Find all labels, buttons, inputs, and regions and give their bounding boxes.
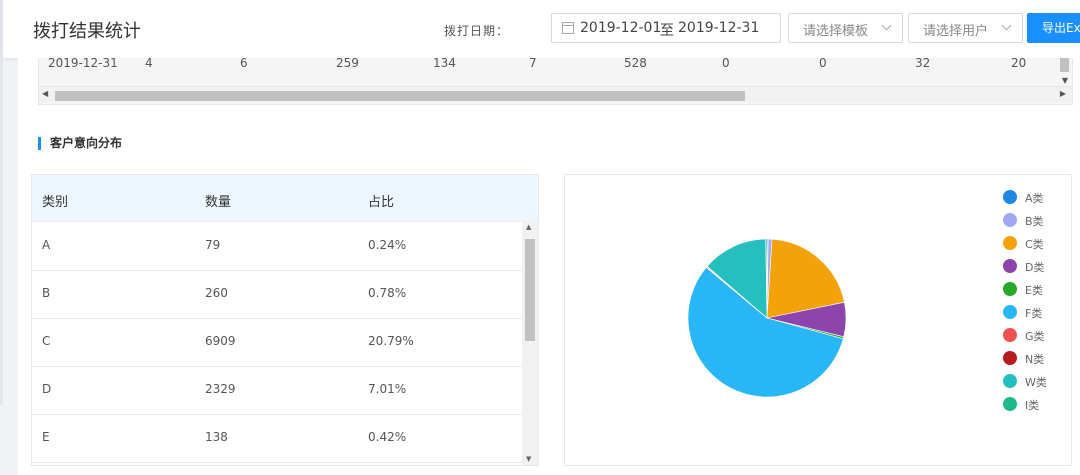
header-ratio: 占比 bbox=[368, 195, 395, 210]
results-table: 2019-12-31 4 6 259 134 7 528 0 0 32 20 ▼… bbox=[38, 56, 1073, 105]
legend-color-dot bbox=[1003, 328, 1017, 342]
cell-category: C bbox=[42, 334, 51, 348]
date-separator: 至 bbox=[660, 23, 674, 39]
legend-color-dot bbox=[1003, 259, 1017, 273]
cell-ratio: 7.01% bbox=[368, 382, 407, 396]
chevron-down-icon bbox=[881, 20, 892, 31]
intent-distribution-table: 类别 数量 占比 A 79 0.24% B 260 0.78% C 6909 2… bbox=[31, 174, 539, 466]
table-cell: 20 bbox=[1011, 56, 1027, 70]
legend-label: E类 bbox=[1025, 284, 1043, 297]
legend-color-dot bbox=[1003, 374, 1017, 388]
template-select[interactable]: 请选择模板 bbox=[788, 13, 903, 43]
cell-count: 260 bbox=[205, 286, 228, 300]
table-vertical-scrollbar[interactable]: ▲ ▼ bbox=[522, 221, 538, 465]
table-cell: 0 bbox=[819, 56, 827, 70]
cell-ratio: 0.24% bbox=[368, 238, 407, 252]
legend-label: I类 bbox=[1025, 399, 1040, 412]
table-cell: 32 bbox=[915, 56, 931, 70]
scroll-down-arrow-icon[interactable]: ▼ bbox=[1062, 76, 1068, 85]
legend-label: C类 bbox=[1025, 238, 1044, 251]
cell-count: 2329 bbox=[205, 382, 236, 396]
date-start[interactable]: 2019-12-01 bbox=[580, 20, 661, 36]
table-row: B 260 0.78% bbox=[32, 270, 522, 319]
table-row: A 79 0.24% bbox=[32, 222, 522, 271]
table-cell: 4 bbox=[145, 56, 153, 70]
legend-label: F类 bbox=[1025, 307, 1043, 320]
legend-color-dot bbox=[1003, 351, 1017, 365]
chevron-down-icon bbox=[1001, 20, 1012, 31]
horizontal-scrollbar-thumb[interactable] bbox=[55, 91, 745, 101]
cell-ratio: 20.79% bbox=[368, 334, 414, 348]
date-range-picker[interactable]: 2019-12-01 至 2019-12-31 bbox=[551, 13, 781, 43]
table-cell: 7 bbox=[529, 56, 537, 70]
legend-label: W类 bbox=[1025, 376, 1047, 389]
date-end[interactable]: 2019-12-31 bbox=[678, 20, 759, 36]
section-title: 客户意向分布 bbox=[38, 137, 122, 150]
table-row: D 2329 7.01% bbox=[32, 366, 522, 415]
cell-count: 6909 bbox=[205, 334, 236, 348]
table-cell: 259 bbox=[336, 56, 359, 70]
user-select-placeholder: 请选择用户 bbox=[923, 24, 989, 39]
legend-label: D类 bbox=[1025, 261, 1045, 274]
legend-color-dot bbox=[1003, 397, 1017, 411]
page-title: 拨打结果统计 bbox=[33, 21, 141, 42]
header-count: 数量 bbox=[205, 195, 232, 210]
horizontal-scrollbar[interactable]: ◀ ▶ bbox=[39, 86, 1072, 102]
table-cell: 0 bbox=[722, 56, 730, 70]
template-select-placeholder: 请选择模板 bbox=[803, 24, 869, 39]
legend-color-dot bbox=[1003, 282, 1017, 296]
table-cell: 528 bbox=[624, 56, 647, 70]
legend-label: N类 bbox=[1025, 353, 1045, 366]
scroll-right-arrow-icon[interactable]: ▶ bbox=[1060, 89, 1066, 98]
table-header: 类别 数量 占比 bbox=[32, 175, 538, 222]
legend-color-dot bbox=[1003, 236, 1017, 250]
table-scrollbar-thumb[interactable] bbox=[525, 239, 535, 341]
legend-color-dot bbox=[1003, 190, 1017, 204]
cell-category: B bbox=[42, 286, 51, 300]
legend-label: A类 bbox=[1025, 192, 1044, 205]
scroll-up-arrow-icon[interactable]: ▲ bbox=[526, 223, 531, 231]
header-category: 类别 bbox=[42, 195, 69, 210]
cell-ratio: 0.78% bbox=[368, 286, 407, 300]
date-label: 拨打日期： bbox=[444, 24, 510, 38]
legend-label: G类 bbox=[1025, 330, 1045, 343]
user-select[interactable]: 请选择用户 bbox=[908, 13, 1023, 43]
cell-category: D bbox=[42, 382, 52, 396]
table-cell: 134 bbox=[433, 56, 456, 70]
legend-color-dot bbox=[1003, 305, 1017, 319]
calendar-icon bbox=[562, 22, 574, 34]
sidebar-edge bbox=[0, 0, 3, 405]
vertical-scrollbar-thumb[interactable] bbox=[1060, 58, 1069, 72]
table-cell-date: 2019-12-31 bbox=[48, 56, 118, 70]
export-excel-button[interactable]: 导出Exc bbox=[1027, 13, 1080, 43]
cell-category: E bbox=[42, 430, 50, 444]
cell-count: 138 bbox=[205, 430, 228, 444]
legend-color-dot bbox=[1003, 213, 1017, 227]
cell-ratio: 0.42% bbox=[368, 430, 407, 444]
scroll-left-arrow-icon[interactable]: ◀ bbox=[42, 89, 48, 98]
scroll-down-arrow-icon[interactable]: ▼ bbox=[526, 455, 531, 463]
table-row: C 6909 20.79% bbox=[32, 318, 522, 367]
pie-chart bbox=[687, 238, 847, 398]
legend-label: B类 bbox=[1025, 215, 1044, 228]
page-header: 拨打结果统计 拨打日期： 2019-12-01 至 2019-12-31 请选择… bbox=[3, 0, 1080, 59]
table-row: E 138 0.42% bbox=[32, 414, 522, 463]
cell-category: A bbox=[42, 238, 51, 252]
cell-count: 79 bbox=[205, 238, 221, 252]
content-card: 2019-12-31 4 6 259 134 7 528 0 0 32 20 ▼… bbox=[18, 56, 1080, 475]
intent-pie-chart-panel: A类 B类 C类 D类 E类 F类 G类 N类 W类 I类 bbox=[564, 174, 1072, 466]
table-cell: 6 bbox=[240, 56, 248, 70]
